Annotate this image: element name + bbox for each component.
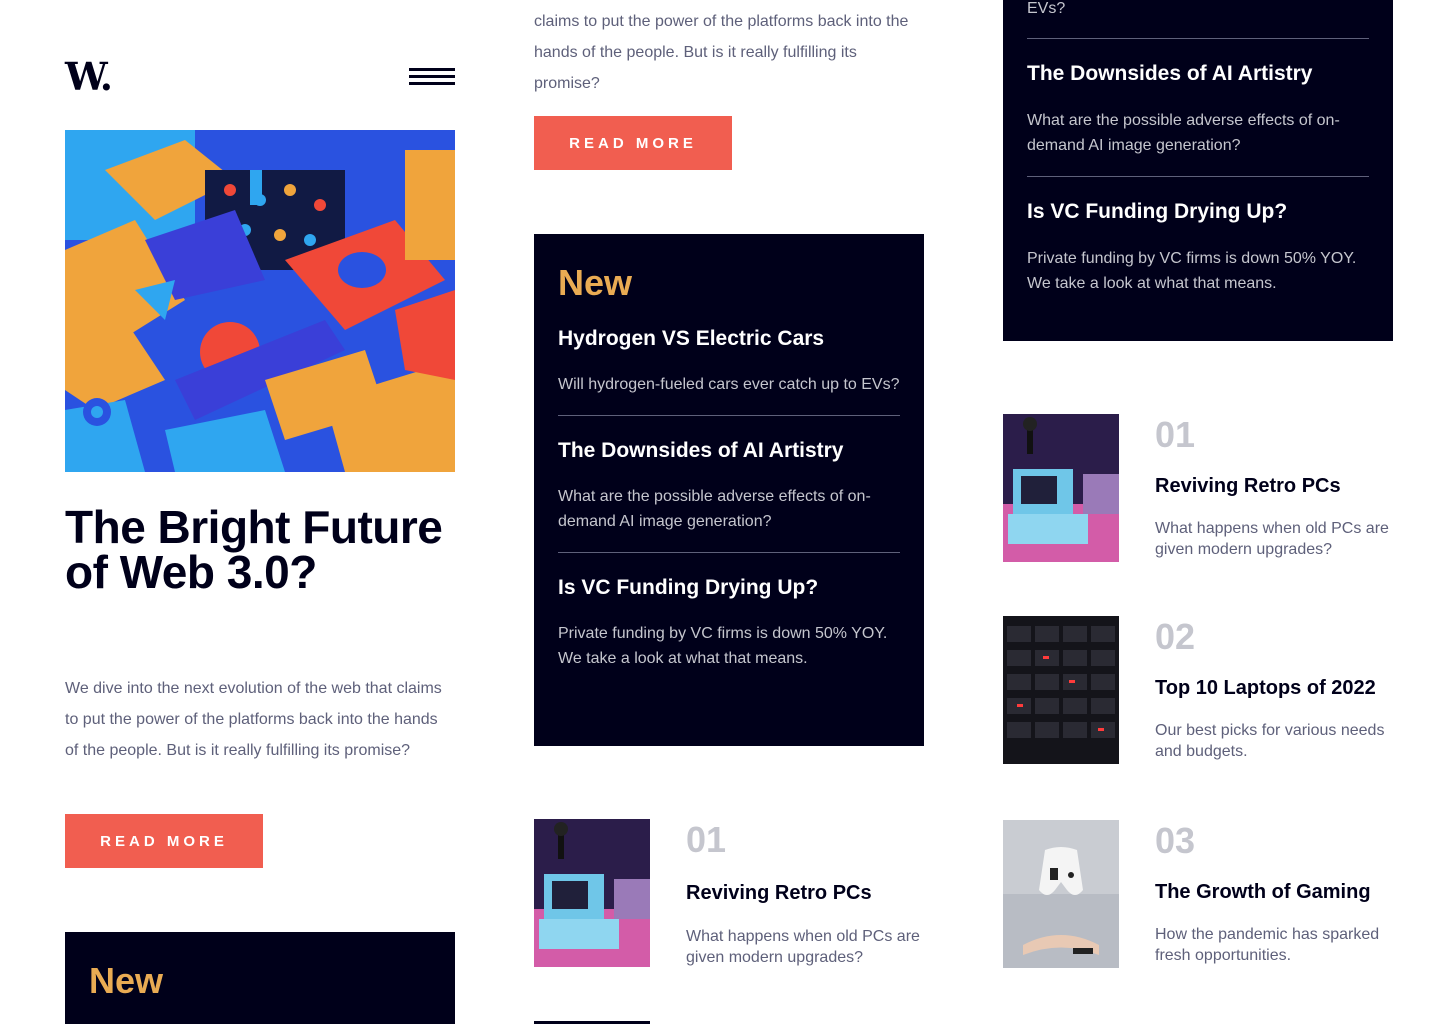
news-item: Hydrogen VS Electric Cars Will hydrogen-… — [558, 326, 900, 416]
divider — [1027, 176, 1369, 177]
rank-title[interactable]: Top 10 Laptops of 2022 — [1155, 677, 1376, 700]
new-section-box: EVs? The Downsides of AI Artistry What a… — [1003, 0, 1393, 341]
news-item: Is VC Funding Drying Up? Private funding… — [558, 575, 900, 689]
rank-description: Our best picks for various needs and bud… — [1155, 722, 1385, 760]
news-item-description: EVs? — [1027, 0, 1066, 17]
news-item-title[interactable]: The Downsides of AI Artistry — [558, 438, 900, 464]
news-item: The Downsides of AI Artistry What are th… — [558, 438, 900, 553]
hero-description: claims to put the power of the platforms… — [534, 13, 909, 92]
ranked-item: 01 Reviving Retro PCs What happens when … — [1003, 414, 1393, 564]
rank-number: 03 — [1155, 820, 1196, 861]
rank-description: What happens when old PCs are given mode… — [1155, 520, 1389, 558]
divider — [1027, 38, 1369, 39]
ranked-item: 03 The Growth of Gaming How the pandemic… — [1003, 820, 1393, 970]
read-more-button[interactable]: READ MORE — [65, 814, 263, 868]
hero-title: The Bright Future of Web 3.0? — [65, 501, 443, 598]
ranked-item: 01 Reviving Retro PCs What happens when … — [534, 819, 924, 969]
hamburger-menu-icon[interactable] — [409, 68, 455, 90]
new-section-title: New — [558, 262, 633, 303]
news-item-description: Private funding by VC firms is down 50% … — [1027, 250, 1357, 292]
rank-number: 02 — [1155, 616, 1196, 657]
news-item-description: What are the possible adverse effects of… — [1027, 112, 1340, 154]
rank-title[interactable]: Reviving Retro PCs — [686, 882, 872, 905]
site-logo[interactable]: W. — [65, 58, 113, 96]
news-item-description: What are the possible adverse effects of… — [558, 488, 871, 530]
rank-description: How the pandemic has sparked fresh oppor… — [1155, 926, 1380, 964]
read-more-button[interactable]: READ MORE — [534, 116, 732, 170]
ranked-item: 02 Top 10 Laptops of 2022 Our best picks… — [1003, 616, 1393, 766]
news-item-title[interactable]: Is VC Funding Drying Up? — [558, 575, 900, 601]
new-section-title: New — [89, 960, 164, 1001]
news-item-title[interactable]: Is VC Funding Drying Up? — [1027, 199, 1287, 225]
retro-pc-image[interactable] — [534, 819, 650, 967]
rank-number: 01 — [686, 819, 727, 860]
abstract-3d-blocks-image — [65, 130, 455, 472]
retro-pc-image[interactable] — [1003, 414, 1119, 562]
news-item-title[interactable]: The Downsides of AI Artistry — [1027, 61, 1312, 87]
gamepad-image[interactable] — [1003, 820, 1119, 968]
rank-title[interactable]: The Growth of Gaming — [1155, 881, 1371, 904]
rank-title[interactable]: Reviving Retro PCs — [1155, 475, 1341, 498]
news-item-description: Private funding by VC firms is down 50% … — [558, 625, 888, 667]
rank-number: 01 — [1155, 414, 1196, 455]
hero-description: We dive into the next evolution of the w… — [65, 680, 442, 759]
laptop-keyboard-image[interactable] — [1003, 616, 1119, 764]
rank-description: What happens when old PCs are given mode… — [686, 928, 920, 966]
news-item-description: Will hydrogen-fueled cars ever catch up … — [558, 376, 900, 393]
new-section-box: New Hydrogen VS Electric Cars Will hydro… — [534, 234, 924, 746]
news-item-title[interactable]: Hydrogen VS Electric Cars — [558, 326, 900, 352]
